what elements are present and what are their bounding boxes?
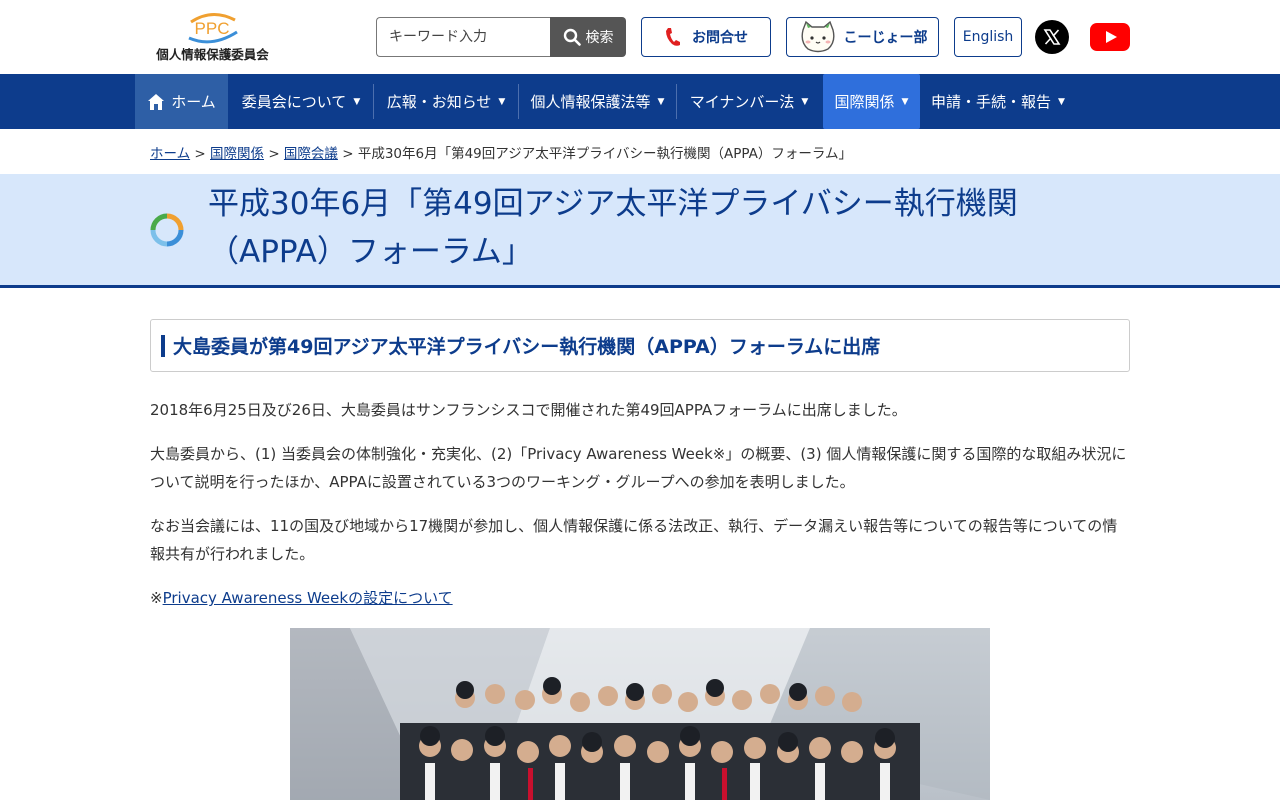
caret-down-icon: ▼ — [1058, 96, 1065, 107]
paragraph-3: なお当会議には、11の国及び地域から17機関が参加し、個人情報保護に係る法改正、… — [150, 517, 1118, 563]
search-button[interactable]: 検索 — [550, 17, 626, 57]
svg-text:PPC: PPC — [195, 19, 230, 38]
page-title: 平成30年6月「第49回アジア太平洋プライバシー執行機関（APPA）フォーラム」 — [208, 186, 1018, 270]
nav-item-mynumber-label: マイナンバー法 — [689, 93, 795, 111]
section-heading: 大島委員が第49回アジア太平洋プライバシー執行機関（APPA）フォーラムに出席 — [150, 319, 1130, 372]
kojo-bu-button[interactable]: こーじょー部 — [786, 17, 939, 57]
nav-item-international[interactable]: 国際関係 ▼ — [823, 74, 920, 129]
global-nav: ホーム 委員会について ▼ 広報・お知らせ ▼ 個人情報保護法等 ▼ マイナンバー法 ▼… — [0, 74, 1280, 129]
paragraph-2: 大島委員から、(1) 当委員会の体制強化・充実化、(2)「Privacy Awa… — [150, 445, 1127, 491]
cat-mascot-icon — [800, 20, 835, 53]
nav-item-home[interactable]: ホーム — [135, 74, 228, 129]
group-photo — [290, 628, 990, 800]
privacy-awareness-week-link[interactable]: Privacy Awareness Weekの設定について — [163, 589, 453, 607]
nav-item-news-label: 広報・お知らせ — [386, 93, 492, 111]
page-title-band: 平成30年6月「第49回アジア太平洋プライバシー執行機関（APPA）フォーラム」 — [0, 174, 1280, 288]
nav-item-mynumber[interactable]: マイナンバー法 ▼ — [677, 74, 821, 129]
home-icon — [148, 93, 165, 110]
site-logo[interactable]: PPC 個人情報保護委員会 — [150, 12, 275, 64]
breadcrumb-separator: > — [194, 146, 206, 162]
nav-item-about[interactable]: 委員会について ▼ — [229, 74, 373, 129]
nav-item-procedures-label: 申請・手続・報告 — [931, 93, 1052, 111]
breadcrumb-separator: > — [342, 146, 354, 162]
nav-item-home-label: ホーム — [171, 93, 216, 111]
site-logo-text: 個人情報保護委員会 — [156, 47, 269, 62]
youtube-icon[interactable] — [1090, 23, 1130, 51]
phone-icon — [666, 28, 680, 46]
contact-button-label: お問合せ — [692, 30, 748, 46]
nav-item-news[interactable]: 広報・お知らせ ▼ — [374, 74, 518, 129]
site-header: PPC 個人情報保護委員会 検索 お問合せ こーじょー部 — [0, 0, 1280, 74]
search-icon — [563, 28, 581, 46]
nav-item-privacy-law[interactable]: 個人情報保護法等 ▼ — [519, 74, 676, 129]
note-paragraph: ※Privacy Awareness Weekの設定について — [150, 584, 1130, 612]
caret-down-icon: ▼ — [801, 96, 809, 107]
paragraph-1: 2018年6月25日及び26日、大島委員はサンフランシスコで開催された第49回A… — [150, 401, 907, 419]
contact-button[interactable]: お問合せ — [641, 17, 771, 57]
nav-item-procedures[interactable]: 申請・手続・報告 ▼ — [920, 74, 1076, 129]
nav-item-about-label: 委員会について — [241, 93, 347, 111]
breadcrumb-link-home[interactable]: ホーム — [150, 146, 190, 162]
note-prefix: ※ — [150, 589, 163, 607]
breadcrumb: ホーム > 国際関係 > 国際会議 > 平成30年6月「第49回アジア太平洋プラ… — [150, 142, 852, 162]
search-box: 検索 — [376, 17, 626, 57]
search-input[interactable] — [376, 17, 551, 57]
search-button-label: 検索 — [585, 30, 614, 46]
section-heading-text: 大島委員が第49回アジア太平洋プライバシー執行機関（APPA）フォーラムに出席 — [173, 336, 881, 358]
breadcrumb-separator: > — [268, 146, 280, 162]
kojo-bu-label: こーじょー部 — [843, 30, 928, 46]
x-twitter-icon[interactable] — [1035, 20, 1069, 54]
breadcrumb-link-conferences[interactable]: 国際会議 — [284, 146, 338, 162]
nav-item-privacy-law-label: 個人情報保護法等 — [530, 93, 651, 111]
x-logo-icon — [1043, 29, 1061, 45]
ppc-logo-icon: PPC — [188, 13, 238, 44]
caret-down-icon: ▼ — [353, 96, 361, 107]
english-button[interactable]: English — [954, 17, 1022, 57]
caret-down-icon: ▼ — [901, 96, 909, 107]
title-ring-icon — [150, 213, 184, 247]
caret-down-icon: ▼ — [657, 96, 665, 107]
breadcrumb-link-international[interactable]: 国際関係 — [210, 146, 264, 162]
caret-down-icon: ▼ — [498, 96, 506, 107]
breadcrumb-current: 平成30年6月「第49回アジア太平洋プライバシー執行機関（APPA）フォーラム」 — [357, 146, 852, 162]
nav-item-international-label: 国際関係 — [834, 93, 895, 111]
